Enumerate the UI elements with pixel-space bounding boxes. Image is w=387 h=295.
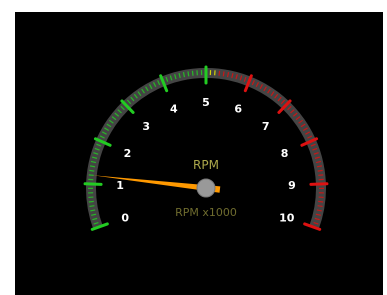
gauge-tick-label: 6 bbox=[234, 102, 242, 115]
gauge-tick-label: 8 bbox=[281, 147, 289, 160]
gauge-major-tick bbox=[309, 182, 329, 186]
gauge-tick-label: 0 bbox=[121, 211, 129, 224]
gauge-tick-label: 10 bbox=[279, 211, 295, 224]
gauge-tick-label: 2 bbox=[124, 147, 132, 160]
gauge-minor-tick bbox=[89, 169, 95, 172]
gauge-unit-label: RPM x1000 bbox=[175, 206, 237, 219]
gauge-tick-label: 3 bbox=[142, 120, 150, 133]
gauge-minor-tick bbox=[317, 205, 323, 208]
page: 0 1 2 3 4 5 6 7 8 9 10 RPM RPM x1000 bbox=[0, 0, 387, 295]
gauge-minor-tick bbox=[187, 71, 190, 77]
gauge-major-tick bbox=[83, 182, 103, 186]
gauge-tick-label: 1 bbox=[116, 179, 124, 192]
rpm-gauge: 0 1 2 3 4 5 6 7 8 9 10 RPM RPM x1000 bbox=[83, 65, 329, 231]
gauge-tick-label: 9 bbox=[288, 179, 296, 192]
gauge-minor-tick bbox=[317, 169, 323, 172]
gauge-minor-tick bbox=[88, 200, 94, 203]
gauge-title: RPM bbox=[193, 158, 219, 172]
gauge-minor-tick bbox=[222, 71, 225, 77]
gauge-minor-tick bbox=[218, 70, 221, 76]
gauge-minor-tick bbox=[318, 200, 324, 203]
gauge-tick-label: 5 bbox=[202, 96, 210, 109]
gauge-needle bbox=[92, 175, 221, 198]
gauge-tick-label: 7 bbox=[262, 120, 270, 133]
gauge-tick-label: 4 bbox=[170, 102, 178, 115]
gauge-minor-tick bbox=[318, 174, 324, 177]
gauge-minor-tick bbox=[191, 70, 194, 76]
needle-hub bbox=[196, 178, 216, 198]
gauge-panel: 0 1 2 3 4 5 6 7 8 9 10 RPM RPM x1000 bbox=[15, 12, 383, 295]
gauge-minor-tick bbox=[89, 205, 95, 208]
